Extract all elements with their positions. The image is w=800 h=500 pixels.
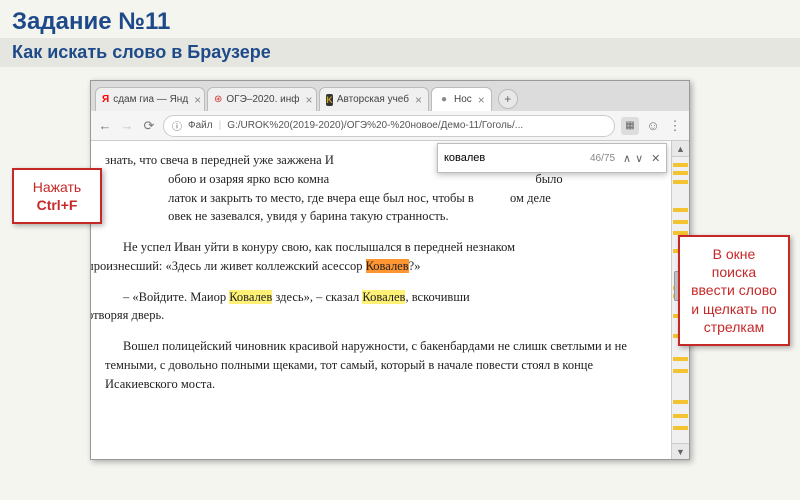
url-text: G:/UROK%20(2019-2020)/ОГЭ%20-%20новое/Де… <box>227 120 523 131</box>
body-text: ом деле <box>510 191 551 205</box>
tab-label: ОГЭ–2020. инф <box>226 94 299 105</box>
body-text: знать, что свеча в передней уже зажжена … <box>105 153 334 167</box>
page-content: знать, что свеча в передней уже зажжена … <box>91 141 671 459</box>
highlight: Ковалев <box>229 290 272 304</box>
body-text: обою и озаряя ярко всю комна <box>168 172 329 186</box>
browser-window: Я сдам гиа — Янд × ⊛ ОГЭ–2020. инф × K А… <box>90 80 690 460</box>
content-area: знать, что свеча в передней уже зажжена … <box>91 141 689 459</box>
body-text: Вошел полицейский чиновник красивой нару… <box>105 337 657 393</box>
close-icon[interactable]: × <box>305 93 312 107</box>
file-label: Файл <box>188 120 213 131</box>
tab-oge[interactable]: ⊛ ОГЭ–2020. инф × <box>207 87 317 111</box>
tab-nos[interactable]: ● Нос × <box>431 87 492 111</box>
close-icon[interactable]: × <box>478 93 485 107</box>
body-text: ?» <box>409 259 421 273</box>
info-icon[interactable]: ⓘ <box>172 118 182 133</box>
tab-yandex[interactable]: Я сдам гиа — Янд × <box>95 87 205 111</box>
favicon-oge: ⊛ <box>214 94 222 106</box>
find-count: 46/75 <box>590 153 615 164</box>
tab-label: Нос <box>454 94 472 105</box>
favicon-yandex: Я <box>102 94 109 106</box>
body-text: Не успел Иван уйти в конуру свою, как по… <box>123 240 515 254</box>
callout-search-hint: В окне поиска ввести слово и щелкать по … <box>678 235 790 346</box>
body-text: здесь», – сказал <box>272 290 362 304</box>
find-input[interactable] <box>444 144 586 172</box>
slide-subtitle: Как искать слово в Браузере <box>0 38 800 67</box>
menu-icon[interactable]: ⋮ <box>667 118 683 134</box>
tab-author[interactable]: K Авторская учеб × <box>319 87 429 111</box>
new-tab-button[interactable]: + <box>498 89 518 109</box>
address-bar: ← → ⟳ ⓘ Файл | G:/UROK%20(2019-2020)/ОГЭ… <box>91 111 689 141</box>
find-close-icon[interactable]: ✕ <box>651 152 660 165</box>
close-icon[interactable]: × <box>194 93 201 107</box>
callout-text: Нажать <box>33 179 81 195</box>
scroll-down-icon[interactable]: ▼ <box>672 443 689 459</box>
close-icon[interactable]: × <box>415 93 422 107</box>
body-text: отворяя дверь. <box>91 308 164 322</box>
back-icon[interactable]: ← <box>97 118 113 134</box>
find-prev-icon[interactable]: ∧ <box>623 152 631 165</box>
find-bar: 46/75 ∧ ∨ ✕ <box>437 143 667 173</box>
highlight-active: Ковалев <box>366 259 409 273</box>
body-text: – «Войдите. Маиор <box>123 290 229 304</box>
url-field[interactable]: ⓘ Файл | G:/UROK%20(2019-2020)/ОГЭ%20-%2… <box>163 115 615 137</box>
favicon-generic: ● <box>438 94 450 106</box>
callout-hotkey: Ctrl+F <box>37 197 78 213</box>
tab-label: сдам гиа — Янд <box>113 94 188 105</box>
user-icon[interactable]: ☺ <box>645 118 661 134</box>
scroll-up-icon[interactable]: ▲ <box>672 141 689 157</box>
slide-title: Задание №11 <box>0 0 800 38</box>
forward-icon[interactable]: → <box>119 118 135 134</box>
body-text: , вскочивши <box>405 290 469 304</box>
find-next-icon[interactable]: ∨ <box>635 152 643 165</box>
callout-text: В окне поиска ввести слово и щелкать по … <box>691 246 777 335</box>
highlight: Ковалев <box>362 290 405 304</box>
callout-ctrl-f: Нажать Ctrl+F <box>12 168 102 224</box>
tab-label: Авторская учеб <box>337 94 409 105</box>
body-text: произнесший: «Здесь ли живет коллежский … <box>91 259 366 273</box>
favicon-k: K <box>326 94 333 106</box>
body-text: овек не зазевался, увидя у барина такую … <box>168 209 449 223</box>
body-text: было <box>535 172 562 186</box>
body-text: латок и закрыть то место, где вчера еще … <box>168 191 474 205</box>
reload-icon[interactable]: ⟳ <box>141 118 157 134</box>
extension-icon[interactable]: ▦ <box>621 117 639 135</box>
tab-bar: Я сдам гиа — Янд × ⊛ ОГЭ–2020. инф × K А… <box>91 81 689 111</box>
